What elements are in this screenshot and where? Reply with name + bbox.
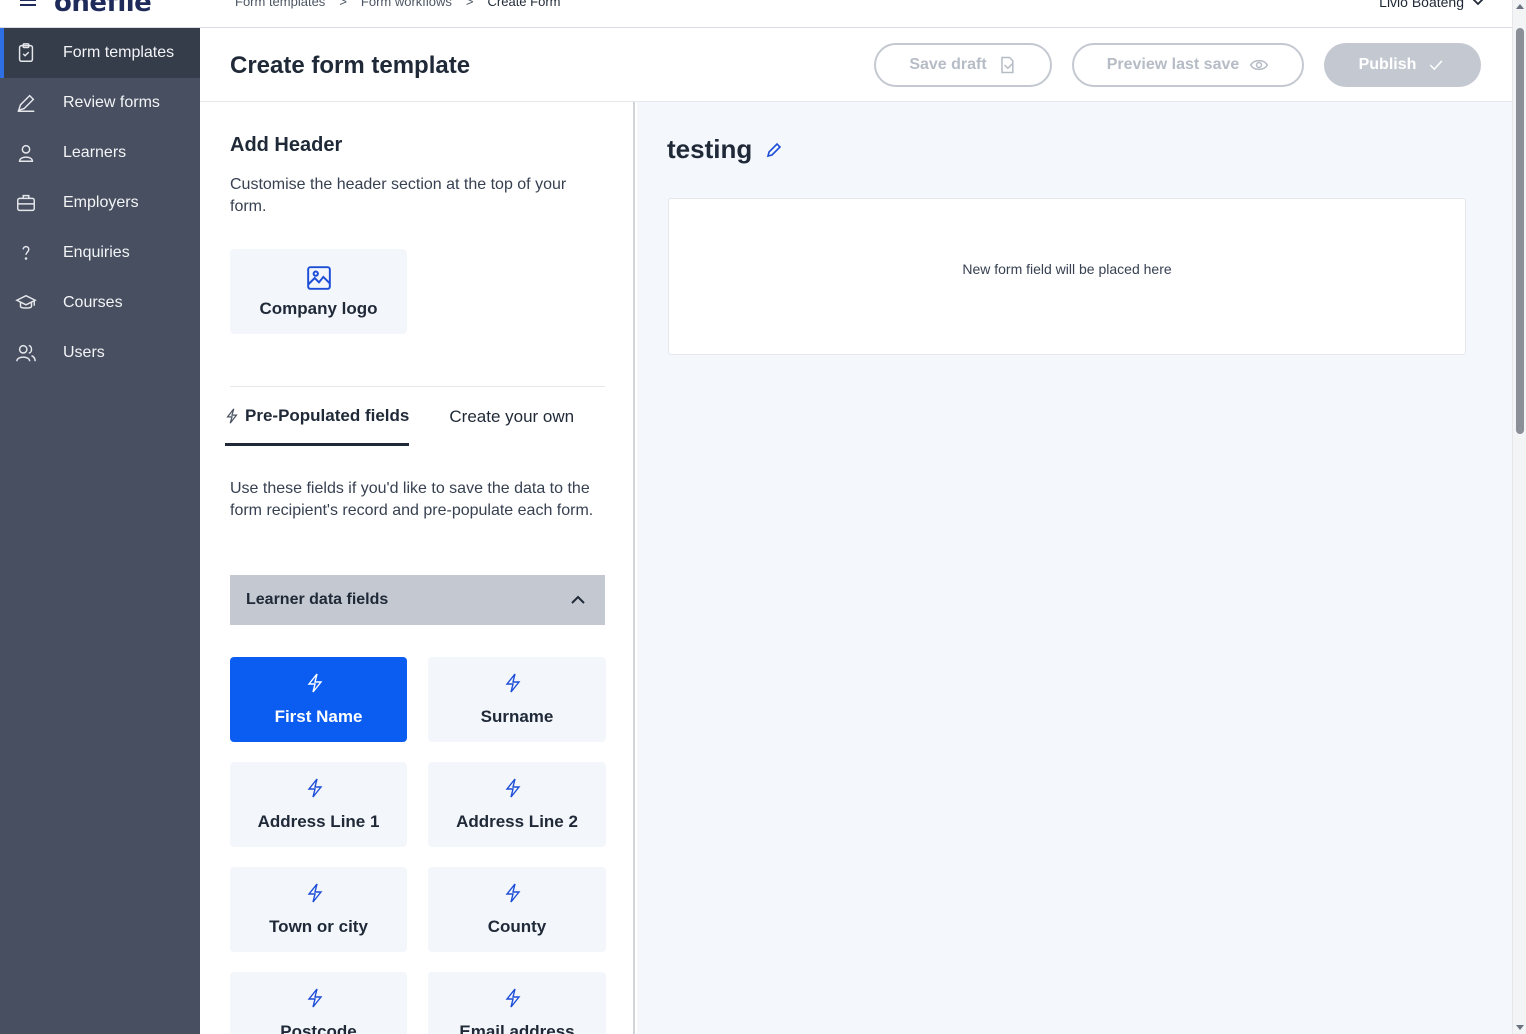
field-card-label: County	[487, 916, 547, 936]
publish-label: Publish	[1358, 56, 1417, 73]
lightning-icon	[505, 673, 521, 692]
tab-description: Use these fields if you'd like to save t…	[230, 480, 594, 519]
field-tabs: Pre-Populated fields Create your own	[225, 402, 574, 446]
sidebar-item-label: Users	[63, 344, 105, 361]
field-card-label: First Name	[274, 706, 363, 726]
chevron-up-icon	[571, 595, 585, 604]
breadcrumb-item-current: Create Form	[487, 0, 561, 9]
tab-create-your-own[interactable]: Create your own	[449, 402, 574, 446]
check-icon	[1430, 60, 1443, 71]
field-card-surname[interactable]: Surname	[428, 657, 606, 742]
learner-data-fields-accordion[interactable]: Learner data fields	[230, 575, 605, 625]
pencil-edit-icon[interactable]	[766, 142, 782, 158]
chevron-down-icon	[1472, 0, 1484, 6]
sidebar-item-label: Employers	[63, 194, 139, 211]
field-card-label: Address Line 1	[257, 811, 380, 831]
builder-panel: Add Header Customise the header section …	[200, 102, 635, 1034]
lightning-icon	[307, 988, 322, 1007]
chevron-right-icon: >	[339, 0, 347, 9]
lightning-icon	[226, 408, 238, 423]
pen-icon	[14, 91, 38, 115]
document-icon	[1000, 56, 1014, 74]
company-logo-label: Company logo	[259, 298, 378, 318]
tab-pre-populated-fields[interactable]: Pre-Populated fields	[225, 402, 410, 446]
form-name-heading: testing	[667, 134, 782, 165]
scroll-thumb[interactable]	[1516, 28, 1524, 434]
form-name: testing	[667, 134, 753, 164]
field-card-label: Email address	[459, 1021, 575, 1034]
chevron-right-icon: >	[465, 0, 474, 9]
breadcrumb-item-form-workflows[interactable]: Form workflows	[361, 0, 452, 9]
question-icon	[14, 241, 38, 265]
sidebar-item-label: Review forms	[63, 94, 160, 111]
sidebar-item-form-templates[interactable]: Form templates	[0, 28, 200, 78]
lightning-icon	[307, 778, 322, 797]
sidebar-item-learners[interactable]: Learners	[0, 128, 200, 178]
sidebar-item-label: Form templates	[63, 44, 175, 61]
sidebar-item-employers[interactable]: Employers	[0, 178, 200, 228]
tab-label: Pre-Populated fields	[245, 405, 410, 425]
field-card-address-line-2[interactable]: Address Line 2	[428, 762, 606, 847]
publish-button[interactable]: Publish	[1324, 43, 1481, 87]
user-name: Livio Boateng	[1379, 0, 1464, 10]
clipboard-icon	[14, 41, 38, 65]
sidebar-item-label: Enquiries	[63, 244, 130, 261]
form-field-dropzone[interactable]: New form field will be placed here	[668, 198, 1466, 355]
tab-label: Create your own	[449, 407, 575, 426]
field-card-postcode[interactable]: Postcode	[230, 972, 407, 1034]
save-draft-button[interactable]: Save draft	[874, 43, 1052, 87]
field-card-label: Postcode	[280, 1021, 357, 1034]
lightning-icon	[505, 778, 521, 797]
field-card-county[interactable]: County	[428, 867, 606, 952]
save-draft-label: Save draft	[909, 56, 987, 73]
user-menu[interactable]: Livio Boateng	[1379, 0, 1484, 10]
field-card-label: Town or city	[269, 916, 368, 936]
hamburger-menu-icon[interactable]	[20, 0, 36, 6]
form-canvas: testing New form field will be placed he…	[637, 102, 1512, 1034]
accordion-label: Learner data fields	[246, 591, 389, 608]
sidebar-item-review-forms[interactable]: Review forms	[0, 78, 200, 128]
dropzone-text: New form field will be placed here	[962, 260, 1172, 277]
sidebar-item-label: Learners	[63, 144, 127, 161]
add-header-title: Add Header	[230, 134, 343, 156]
scroll-up-arrow-icon[interactable]	[1516, 4, 1524, 9]
breadcrumb-item-form-templates[interactable]: Form templates	[235, 0, 325, 9]
image-icon	[306, 265, 331, 290]
breadcrumb: Form templates > Form workflows > Create…	[235, 0, 560, 9]
field-card-address-line-1[interactable]: Address Line 1	[230, 762, 407, 847]
page-title: Create form template	[230, 52, 471, 79]
eye-icon	[1250, 59, 1269, 71]
sidebar-item-label: Courses	[63, 294, 123, 311]
preview-last-save-button[interactable]: Preview last save	[1072, 43, 1304, 87]
sidebar-item-enquiries[interactable]: Enquiries	[0, 228, 200, 278]
briefcase-icon	[14, 191, 38, 215]
field-card-email-address[interactable]: Email address	[428, 972, 606, 1034]
page-header: Create form template Save draft Preview …	[200, 28, 1512, 102]
field-card-first-name[interactable]: First Name	[230, 657, 407, 742]
scroll-down-arrow-icon[interactable]	[1516, 1025, 1524, 1030]
sidebar-item-users[interactable]: Users	[0, 328, 200, 378]
sidebar-item-courses[interactable]: Courses	[0, 278, 200, 328]
graduation-cap-icon	[14, 291, 38, 315]
divider	[230, 386, 605, 387]
company-logo-card[interactable]: Company logo	[230, 249, 407, 334]
lightning-icon	[505, 988, 521, 1007]
lightning-icon	[505, 883, 521, 902]
person-icon	[14, 141, 38, 165]
field-card-label: Surname	[480, 706, 554, 726]
field-card-label: Address Line 2	[456, 811, 578, 831]
preview-label: Preview last save	[1106, 56, 1240, 73]
add-header-description: Customise the header section at the top …	[230, 176, 567, 215]
field-card-town-or-city[interactable]: Town or city	[230, 867, 407, 952]
field-grid: First Name Surname Address Line 1 Addres…	[230, 657, 606, 1034]
lightning-icon	[307, 883, 322, 902]
users-icon	[14, 341, 38, 365]
app-logo[interactable]: onefile	[54, 0, 152, 18]
page-scrollbar[interactable]	[1512, 0, 1526, 1034]
top-bar: onefile Form templates > Form workflows …	[0, 0, 1512, 28]
sidebar: Form templates Review forms Learners Emp…	[0, 28, 200, 1034]
lightning-icon	[307, 673, 322, 692]
